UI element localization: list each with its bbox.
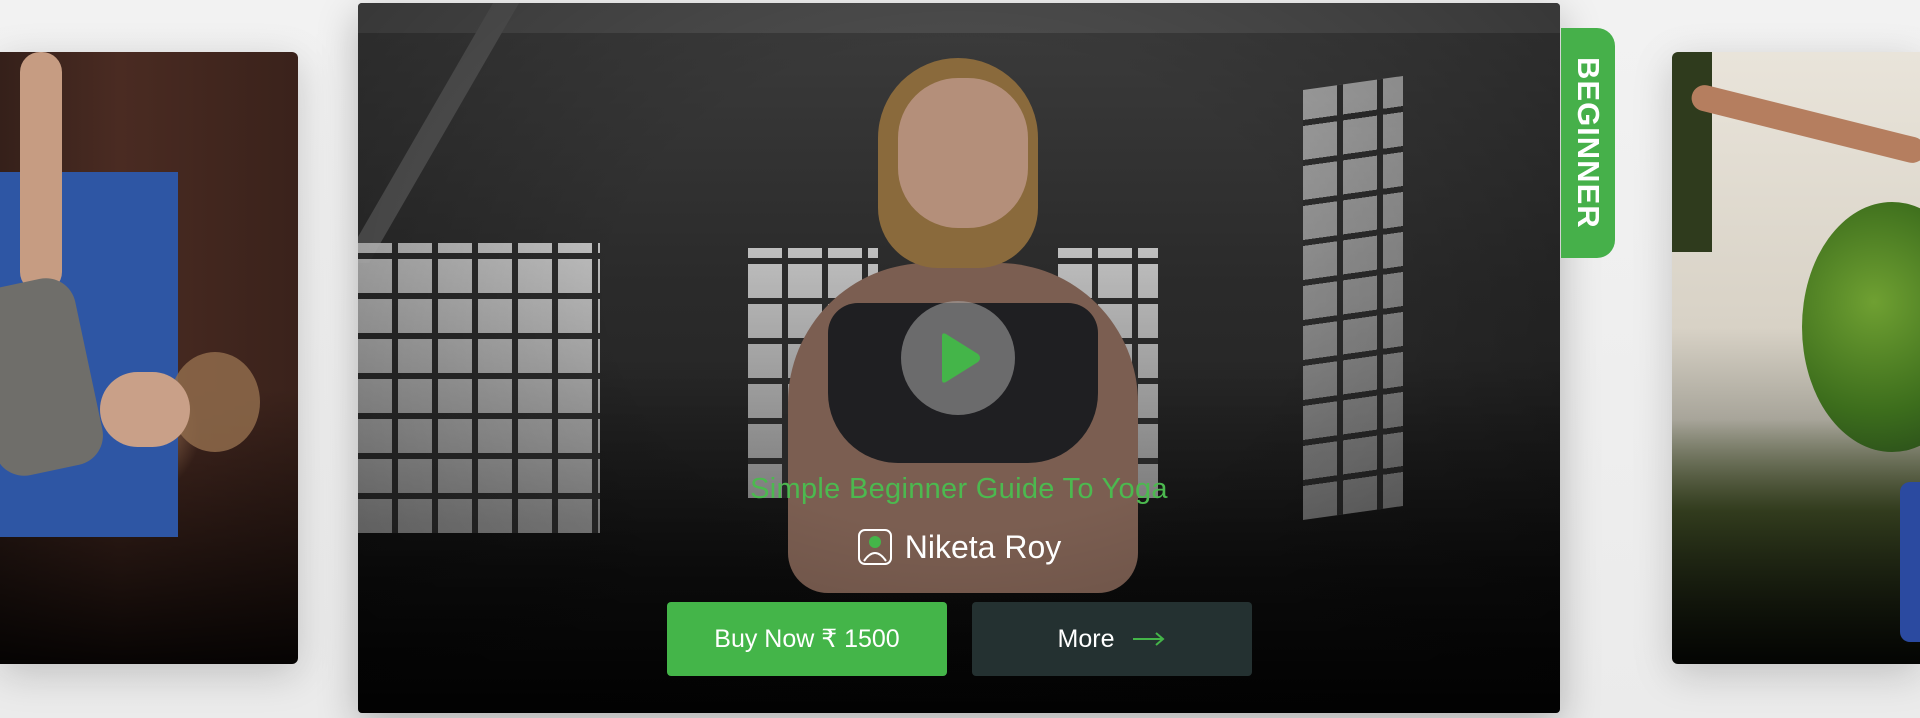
arrow-right-icon: [1133, 632, 1166, 646]
buy-now-button[interactable]: Buy Now ₹ 1500: [667, 602, 947, 676]
level-badge: BEGINNER: [1561, 28, 1615, 258]
image-detail: [100, 372, 190, 447]
more-button[interactable]: More: [972, 602, 1252, 676]
instructor-info: Niketa Roy: [358, 528, 1560, 566]
image-detail: [20, 52, 62, 292]
instructor-name: Niketa Roy: [904, 528, 1062, 565]
image-detail: [1688, 82, 1920, 166]
play-video-button[interactable]: [901, 301, 1015, 415]
level-label: BEGINNER: [1571, 57, 1606, 229]
image-detail: [1900, 482, 1920, 642]
image-detail: [1802, 202, 1920, 452]
course-card: Simple Beginner Guide To Yoga Niketa Roy…: [358, 3, 1560, 713]
course-title: Simple Beginner Guide To Yoga: [750, 473, 1168, 505]
carousel-card-next[interactable]: [1672, 52, 1920, 664]
image-detail: [1672, 52, 1712, 252]
person-icon: [857, 529, 892, 565]
play-icon: [942, 333, 980, 383]
more-label: More: [1057, 624, 1115, 653]
carousel-card-previous[interactable]: [0, 52, 298, 664]
